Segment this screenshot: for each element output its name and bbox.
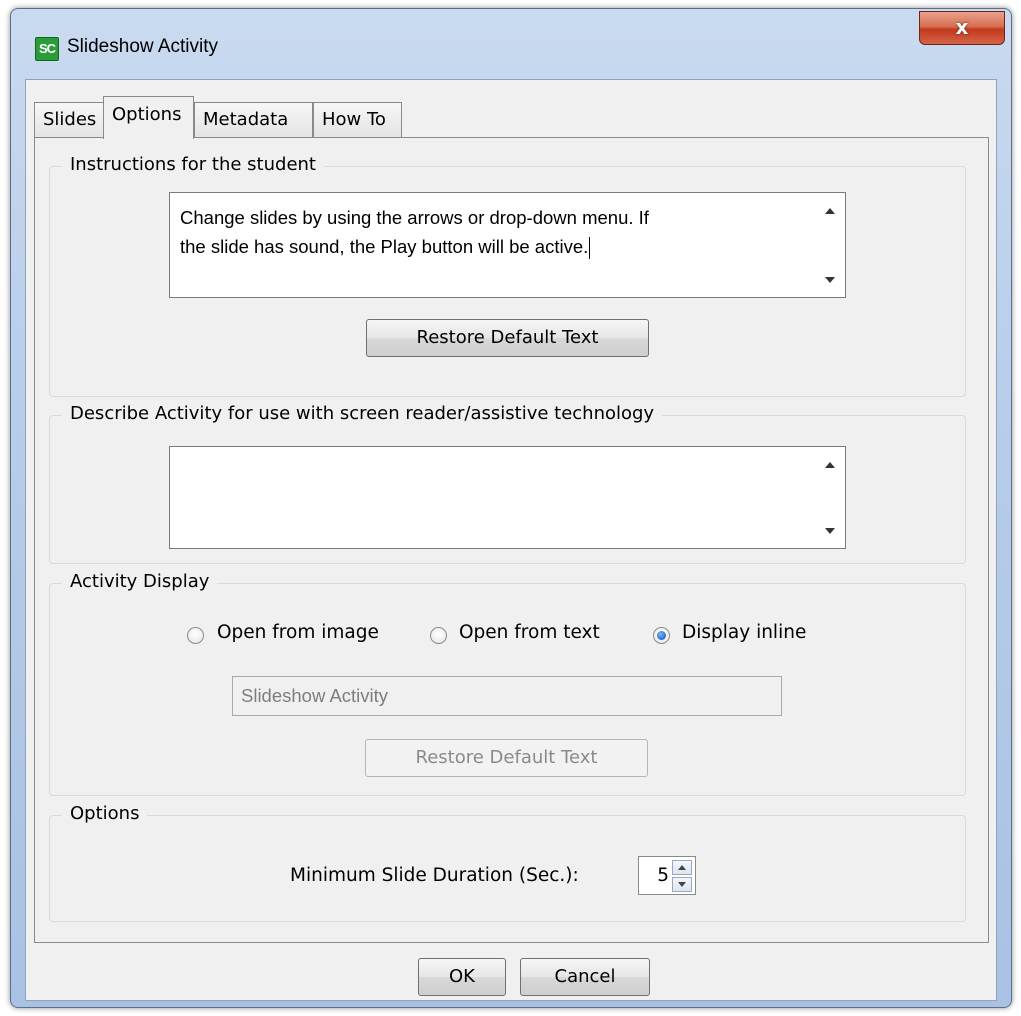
radio-label-display-inline[interactable]: Display inline [682,622,806,643]
scroll-down-icon[interactable] [825,277,835,283]
describe-activity-textarea[interactable] [169,446,846,549]
instructions-text-line2: the slide has sound, the Play button wil… [180,236,589,257]
dialog-client-area: Slides Options Metadata How To Instructi… [25,79,997,1001]
close-button[interactable]: x [919,11,1005,45]
tab-slides[interactable]: Slides [34,102,104,138]
radio-display-inline[interactable] [653,627,670,644]
instructions-textarea[interactable]: Change slides by using the arrows or dro… [169,192,846,298]
instructions-text-line1: Change slides by using the arrows or dro… [180,207,649,228]
restore-default-text-button-disabled: Restore Default Text [365,739,648,777]
chevron-up-icon [678,865,686,870]
radio-open-from-image[interactable] [187,627,204,644]
options-group: Options Minimum Slide Duration (Sec.): 5 [49,803,966,922]
instructions-group: Instructions for the student Change slid… [49,154,966,397]
spin-down-button[interactable] [672,877,692,892]
options-tab-panel: Instructions for the student Change slid… [34,137,989,943]
restore-default-text-button[interactable]: Restore Default Text [366,319,649,357]
spin-up-button[interactable] [672,860,692,875]
min-slide-duration-value[interactable]: 5 [657,865,669,886]
instructions-legend: Instructions for the student [62,154,324,175]
cancel-button[interactable]: Cancel [520,958,650,996]
chevron-down-icon [678,882,686,887]
radio-label-open-from-text[interactable]: Open from text [459,622,600,643]
tab-how-to[interactable]: How To [313,102,402,138]
activity-display-group: Activity Display Open from image Open fr… [49,571,966,796]
activity-display-legend: Activity Display [62,571,218,592]
options-legend: Options [62,803,148,824]
window-title: Slideshow Activity [67,36,219,57]
scroll-up-icon[interactable] [825,462,835,468]
spinner-buttons [672,860,692,892]
tab-metadata[interactable]: Metadata [194,102,313,138]
text-caret [589,237,591,260]
describe-activity-group: Describe Activity for use with screen re… [49,403,966,564]
instructions-scrollbar[interactable] [811,193,845,297]
close-icon: x [955,15,969,39]
describe-scrollbar[interactable] [811,447,845,548]
radio-label-open-from-image[interactable]: Open from image [217,622,379,643]
radio-open-from-text[interactable] [430,627,447,644]
display-text-field: Slideshow Activity [232,676,782,716]
display-mode-radio-group: Open from image Open from text Display i… [50,621,965,651]
tab-options[interactable]: Options [103,96,194,139]
dialog-window: SC Slideshow Activity x Slides Options M… [10,8,1012,1008]
describe-activity-legend: Describe Activity for use with screen re… [62,403,663,424]
min-slide-duration-label: Minimum Slide Duration (Sec.): [290,865,579,886]
scroll-up-icon[interactable] [825,208,835,214]
app-icon: SC [35,37,59,61]
min-slide-duration-stepper[interactable]: 5 [638,856,696,895]
ok-button[interactable]: OK [418,958,506,996]
scroll-down-icon[interactable] [825,528,835,534]
instructions-text: Change slides by using the arrows or dro… [180,203,800,261]
title-bar[interactable]: SC Slideshow Activity x [11,9,1011,79]
